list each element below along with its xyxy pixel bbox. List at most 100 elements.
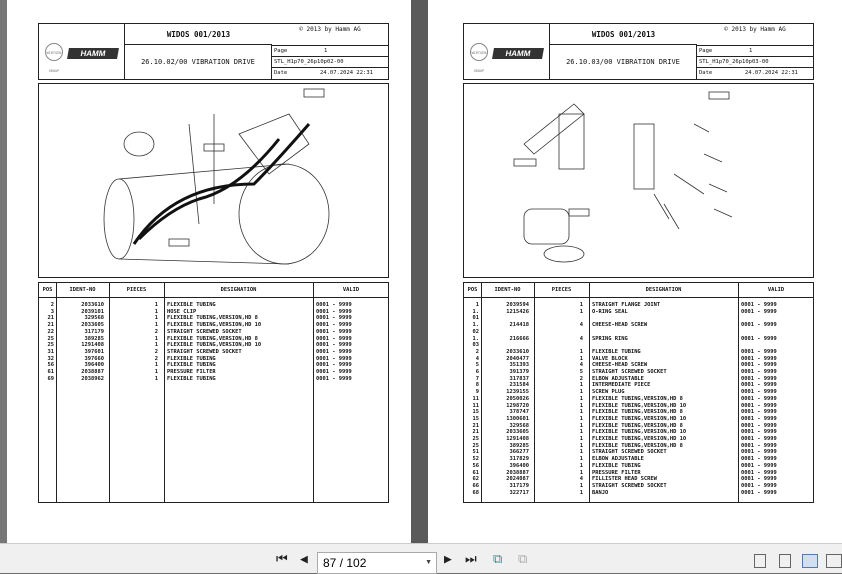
last-page-button[interactable]: ⏭ [465,552,477,567]
cell-pieces: 1 [154,362,158,369]
column-header: DESIGNATION [164,283,313,298]
cell-valid: 0001 - 9999 [741,482,777,489]
cell-ident-no: 317179 [84,328,104,335]
cell-ident-no: 2039594 [506,302,529,308]
previous-view-icon[interactable]: ⧉ [493,552,502,567]
table-row: 66 317179 1 STRAIGHT SCREWED SOCKET 0001 - 9… [464,483,813,490]
table-row: 21 329568 1 FLEXIBLE TUBING,VERSION,HD 8 000… [39,315,388,322]
cell-valid: 0001 - 9999 [741,362,777,369]
cell-designation: ELBOW ADJUSTABLE [592,375,644,382]
table-row: 15 1300601 1 FLEXIBLE TUBING,VERSION,HD 10 0… [464,416,813,423]
cell-pieces: 1 [579,442,583,449]
cell-pieces: 1 [579,415,583,422]
table-row: 25 1291408 1 FLEXIBLE TUBING,VERSION,HD 10 0… [39,342,388,349]
cell-designation: STRAIGHT SCREWED SOCKET [592,369,667,375]
cell-valid: 0001 - 9999 [316,355,352,362]
cell-pieces: 1 [154,308,158,315]
cell-pos: 11 [472,395,480,402]
cell-pos: 21 [47,315,55,322]
cell-pos: 31 [47,348,55,355]
cell-ident-no: 2038887 [506,469,529,476]
logo-area: WIRTGEN GROUP HAMM [464,24,550,79]
table-row: 68 322717 1 BANJO 0001 - 9999 [464,490,813,497]
cell-pieces: 1 [579,409,583,416]
cell-pieces: 2 [154,348,158,355]
table-row: 4 2040477 1 VALVE BLOCK 0001 - 9999 [464,356,813,363]
cell-pos: 22 [47,328,55,335]
cell-valid: 0001 - 9999 [741,436,777,442]
cell-designation: CHEESE-HEAD SCREW [592,322,648,329]
chevron-down-icon: ▼ [425,559,432,566]
hamm-logo: HAMM [492,48,544,59]
cell-pieces: 1 [579,436,583,442]
copyright-text: © 2013 by Hamm AG [299,26,361,33]
table-row: 51 366277 1 STRAIGHT SCREWED SOCKET 0001 - 9… [464,449,813,456]
meta-block: Page 1 STL_H1p70_26p10p03-00 Date 24.07.2024… [697,45,813,79]
cell-pos: 2 [50,302,54,308]
stl-code: STL_H1p70_26p10p03-00 [699,59,769,65]
previous-page-button[interactable]: ◀ [300,552,308,567]
cell-pieces: 1 [154,335,158,342]
cell-designation: FLEXIBLE TUBING [167,302,216,308]
document-viewer[interactable]: WIRTGEN GROUP HAMM WIDOS 001/2013 © 2013 by… [0,0,842,543]
cell-ident-no: 2040477 [506,355,529,362]
cell-pieces: 1 [579,308,583,315]
page-number: 1 [749,48,753,54]
cell-ident-no: 231584 [509,382,529,389]
cell-valid: 0001 - 9999 [316,362,352,369]
title-block: WIRTGEN GROUP HAMM WIDOS 001/2013 © 2013 by… [463,23,814,80]
first-page-button[interactable]: ⏮ [276,552,288,567]
table-row: 7 317837 2 ELBOW ADJUSTABLE 0001 - 9999 [464,376,813,383]
cell-valid: 0001 - 9999 [741,375,777,382]
cell-ident-no: 366277 [509,449,529,456]
cell-pos: 1. 03 [472,335,480,349]
cell-ident-no: 1300601 [506,415,529,422]
cell-valid: 0001 - 9999 [741,322,777,329]
cell-designation: STRAIGHT FLANGE JOINT [592,302,661,308]
cell-pieces: 4 [579,322,583,329]
cell-pos: 66 [472,482,480,489]
next-page-button[interactable]: ▶ [444,552,452,567]
column-header: POS [464,283,481,298]
cell-pieces: 1 [579,456,583,463]
cell-pieces: 4 [579,335,583,342]
table-row: 5 351393 4 CHEESE-HEAD SCREW 0001 - 9999 [464,362,813,369]
cell-designation: ELBOW ADJUSTABLE [592,456,644,463]
page-number: 1 [324,48,328,54]
cell-valid: 0001 - 9999 [316,335,352,342]
cell-designation: STRAIGHT SCREWED SOCKET [592,449,667,456]
stl-code: STL_H1p70_26p10p02-00 [274,59,344,65]
table-row: 32 397660 2 FLEXIBLE TUBING 0001 - 9999 [39,356,388,363]
single-page-view-icon[interactable] [754,554,766,568]
cell-valid: 0001 - 9999 [741,449,777,456]
cell-valid: 0001 - 9999 [741,422,777,429]
cell-designation: FLEXIBLE TUBING [167,362,216,369]
cell-valid: 0001 - 9999 [741,308,777,315]
two-page-continuous-view-icon[interactable] [826,554,842,568]
two-page-view-icon[interactable] [802,554,818,568]
cell-pos: 56 [47,362,55,369]
cell-valid: 0001 - 9999 [741,369,777,375]
cell-designation: FILLISTER HEAD SCREW [592,476,657,483]
table-row: 31 397601 2 STRAIGHT SCREWED SOCKET 0001 - 9… [39,349,388,356]
cell-valid: 0001 - 9999 [316,302,352,308]
cell-designation: FLEXIBLE TUBING,VERSION,HD 10 [167,342,262,349]
cell-designation: FLEXIBLE TUBING,VERSION,HD 10 [592,415,687,422]
cell-valid: 0001 - 9999 [741,402,777,409]
table-row: 1. 01 1215426 1 O-RING SEAL 0001 - 9999 [464,308,813,322]
continuous-view-icon[interactable] [779,554,791,568]
page-number-dropdown[interactable]: 87 / 102 ▼ [317,552,437,574]
next-view-icon[interactable]: ⧉ [518,552,527,567]
cell-pieces: 1 [154,369,158,375]
cell-pieces: 1 [579,422,583,429]
table-row: 11 2050026 1 FLEXIBLE TUBING,VERSION,HD 8 00… [464,396,813,403]
cell-valid: 0001 - 9999 [741,429,777,436]
cell-pos: 21 [472,422,480,429]
cell-designation: STRAIGHT SCREWED SOCKET [592,482,667,489]
cell-pos: 61 [472,469,480,476]
table-row: 2 2033610 1 FLEXIBLE TUBING 0001 - 9999 [464,349,813,356]
cell-ident-no: 216666 [509,335,529,342]
cell-pieces: 1 [579,449,583,456]
cell-designation: FLEXIBLE TUBING,VERSION,HD 10 [167,322,262,329]
cell-valid: 0001 - 9999 [741,348,777,355]
